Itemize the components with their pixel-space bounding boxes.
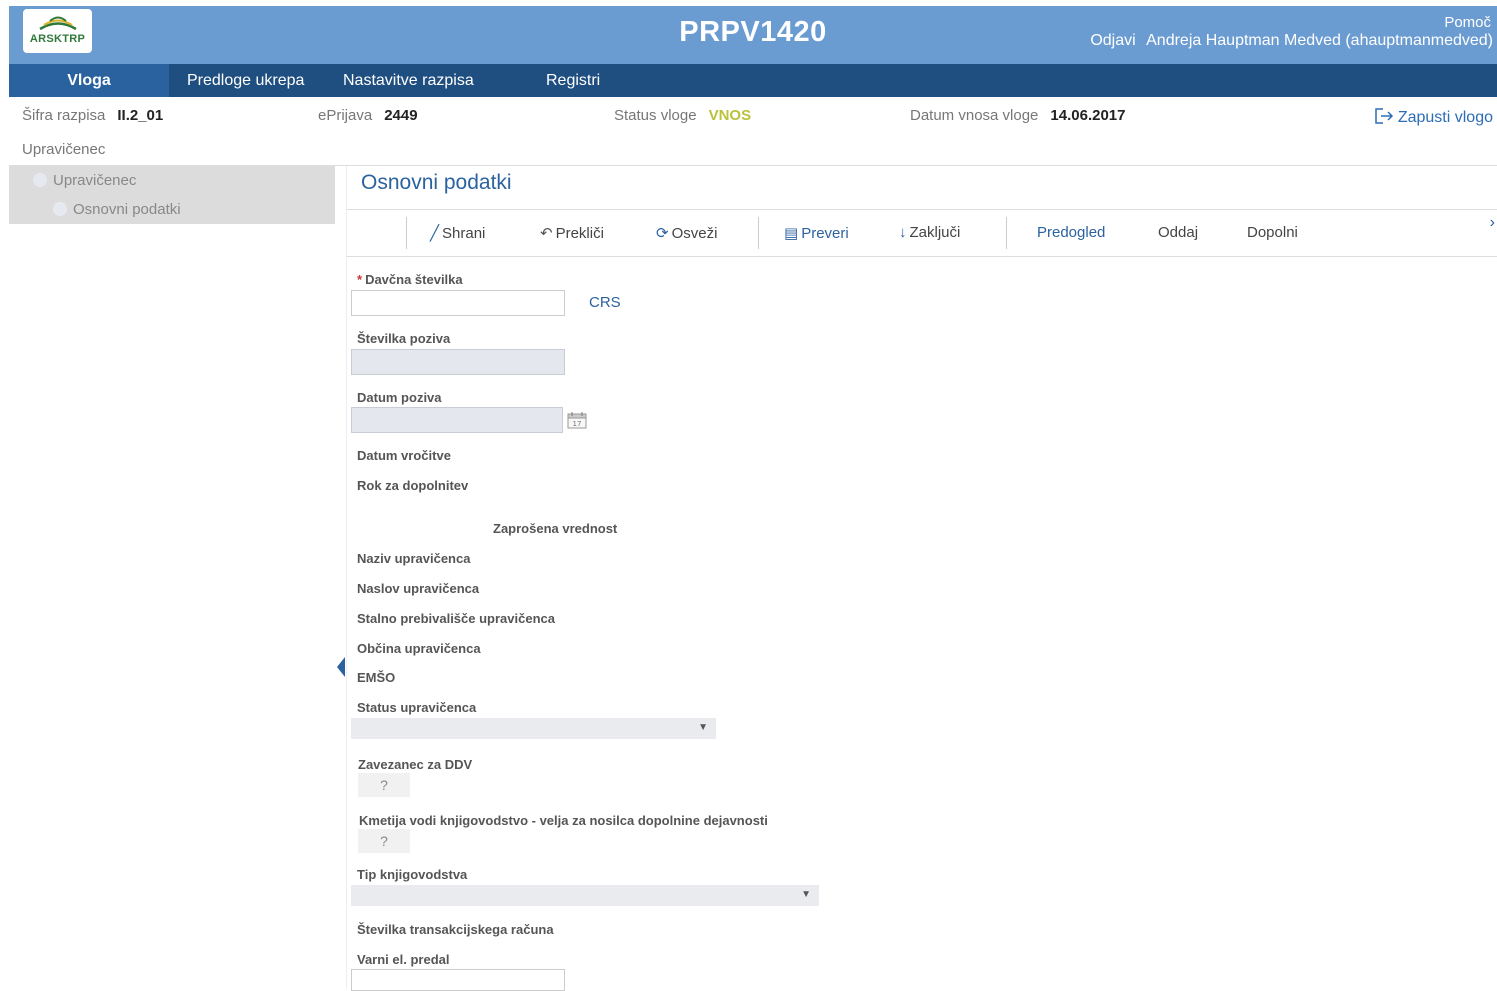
help-link[interactable]: Pomoč bbox=[1444, 14, 1491, 31]
submit-button[interactable]: Oddaj bbox=[1158, 224, 1198, 241]
sidebar-item-upravicenec[interactable]: Upravičenec bbox=[33, 172, 136, 189]
checkmark-icon: ╱ bbox=[430, 225, 440, 242]
check-label: Preveri bbox=[801, 225, 849, 242]
toolbar-separator bbox=[1006, 217, 1007, 249]
save-label: Shrani bbox=[442, 225, 486, 242]
sifra-value: II.2_01 bbox=[117, 107, 164, 124]
status-label: Status vloge bbox=[614, 107, 697, 124]
eprijava: ePrijava 2449 bbox=[318, 107, 418, 124]
status-vloge: Status vloge VNOS bbox=[614, 107, 751, 124]
cancel-label: Prekliči bbox=[555, 225, 604, 242]
status-upravicenca-select[interactable]: ▼ bbox=[351, 718, 716, 739]
document-icon: ▤ bbox=[784, 225, 799, 242]
naslov-label: Naslov upravičenca bbox=[357, 581, 480, 596]
datum-value: 14.06.2017 bbox=[1050, 107, 1126, 124]
toolbar-separator bbox=[406, 217, 407, 249]
svg-text:17: 17 bbox=[573, 420, 582, 428]
toolbar: ╱ Shrani ↶ Prekliči ⟳ Osveži ▤ Preveri ↓ Zakl… bbox=[347, 209, 1497, 257]
cancel-button[interactable]: ↶ Prekliči bbox=[540, 224, 604, 242]
chevron-down-icon: ▼ bbox=[801, 889, 811, 900]
nav-predloge-ukrepa[interactable]: Predloge ukrepa bbox=[187, 64, 304, 97]
stevilka-poziva-field bbox=[351, 349, 565, 375]
sidebar-item-osnovni-podatki[interactable]: Osnovni podatki bbox=[53, 201, 181, 218]
stevilka-poziva-label: Številka poziva bbox=[357, 331, 451, 346]
user-name: Andreja Hauptman Medved (ahauptmanmedved… bbox=[1146, 32, 1493, 49]
status-badge: VNOS bbox=[708, 107, 752, 124]
close-application-button[interactable]: ↓ Zaključi bbox=[899, 224, 960, 241]
rok-dopolnitev-label: Rok za dopolnitev bbox=[357, 478, 469, 493]
sifra-razpisa: Šifra razpisa II.2_01 bbox=[22, 107, 163, 124]
refresh-icon: ⟳ bbox=[656, 225, 669, 242]
content-separator bbox=[346, 166, 347, 989]
check-button[interactable]: ▤ Preveri bbox=[784, 224, 849, 242]
davcna-input[interactable] bbox=[351, 290, 565, 316]
eprijava-label: ePrijava bbox=[318, 107, 373, 124]
zaprosena-vrednost-label: Zaprošena vrednost bbox=[493, 521, 618, 536]
preview-button[interactable]: Predogled bbox=[1037, 224, 1105, 241]
refresh-label: Osveži bbox=[671, 225, 718, 242]
app-header: ARSKTRP PRPV1420 Pomoč Odjavi Andreja Ha… bbox=[9, 6, 1497, 64]
datum-vrocitve-label: Datum vročitve bbox=[357, 448, 451, 463]
tree-node-icon bbox=[33, 173, 47, 187]
download-arrow-icon: ↓ bbox=[899, 224, 907, 241]
section-label: Upravičenec bbox=[22, 141, 106, 158]
varni-predal-label: Varni el. predal bbox=[357, 952, 450, 967]
sidebar-tree: Upravičenec Osnovni podatki bbox=[9, 166, 335, 224]
datum-poziva-label: Datum poziva bbox=[357, 390, 442, 405]
collapse-sidebar-icon[interactable] bbox=[337, 657, 345, 677]
davcna-label: * Davčna številka bbox=[357, 272, 463, 287]
emso-label: EMŠO bbox=[357, 670, 396, 685]
required-marker: * bbox=[357, 272, 363, 287]
undo-icon: ↶ bbox=[540, 225, 553, 242]
nav-registri[interactable]: Registri bbox=[546, 64, 600, 97]
close-label: Zaključi bbox=[909, 224, 961, 241]
datum-vnosa: Datum vnosa vloge 14.06.2017 bbox=[910, 107, 1125, 124]
naziv-label: Naziv upravičenca bbox=[357, 551, 471, 566]
exit-label: Zapusti vlogo bbox=[1397, 109, 1493, 126]
main-nav: Vloga Predloge ukrepa Nastavitve razpisa… bbox=[9, 64, 1497, 97]
supplement-button[interactable]: Dopolni bbox=[1247, 224, 1298, 241]
save-button[interactable]: ╱ Shrani bbox=[430, 224, 485, 242]
crs-link[interactable]: CRS bbox=[589, 294, 621, 311]
eprijava-value: 2449 bbox=[384, 107, 418, 124]
knjigovodstvo-label: Kmetija vodi knjigovodstvo - velja za no… bbox=[359, 813, 768, 828]
ddv-toggle[interactable]: ? bbox=[358, 773, 410, 797]
obcina-label: Občina upravičenca bbox=[357, 641, 481, 656]
trr-label: Številka transakcijskega računa bbox=[357, 922, 554, 937]
tree-node-icon bbox=[53, 202, 67, 216]
toolbar-separator bbox=[758, 217, 759, 249]
toolbar-scroll-right-icon[interactable]: › bbox=[1490, 214, 1495, 232]
page-title: Osnovni podatki bbox=[361, 171, 512, 194]
tip-knjigovodstva-select[interactable]: ▼ bbox=[351, 885, 819, 906]
datum-poziva-field bbox=[351, 407, 563, 433]
sidebar-item-label: Upravičenec bbox=[53, 172, 137, 189]
logout-link[interactable]: Odjavi bbox=[1090, 32, 1135, 49]
nav-nastavitve-razpisa[interactable]: Nastavitve razpisa bbox=[343, 64, 474, 97]
sidebar-item-label: Osnovni podatki bbox=[73, 201, 181, 218]
status-upravicenca-label: Status upravičenca bbox=[357, 700, 477, 715]
exit-application-link[interactable]: Zapusti vlogo bbox=[1374, 107, 1493, 127]
chevron-down-icon: ▼ bbox=[698, 722, 708, 733]
user-bar: Odjavi Andreja Hauptman Medved (ahauptma… bbox=[1084, 32, 1493, 50]
ddv-label: Zavezanec za DDV bbox=[358, 757, 473, 772]
refresh-button[interactable]: ⟳ Osveži bbox=[656, 224, 717, 242]
varni-predal-input[interactable] bbox=[351, 969, 565, 991]
exit-icon bbox=[1375, 108, 1393, 124]
calendar-icon[interactable]: 17 bbox=[567, 411, 587, 429]
knjigovodstvo-toggle[interactable]: ? bbox=[358, 829, 410, 853]
tip-knjigovodstva-label: Tip knjigovodstva bbox=[357, 867, 468, 882]
prebivalisce-label: Stalno prebivališče upravičenca bbox=[357, 611, 555, 626]
nav-vloga[interactable]: Vloga bbox=[9, 64, 169, 97]
datum-label: Datum vnosa vloge bbox=[910, 107, 1039, 124]
davcna-label-text: Davčna številka bbox=[365, 272, 463, 287]
sifra-label: Šifra razpisa bbox=[22, 107, 106, 124]
